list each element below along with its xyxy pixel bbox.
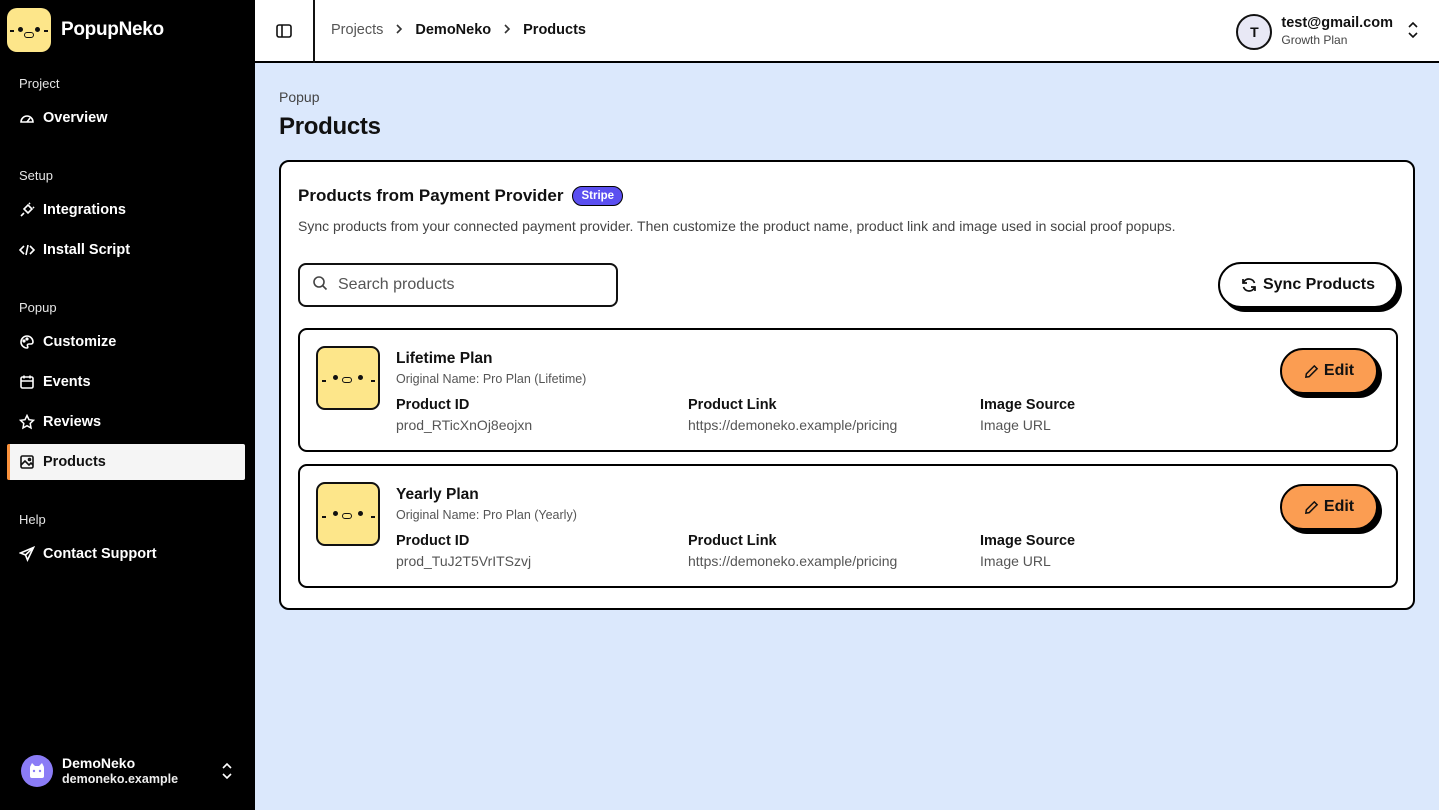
cat-logo-icon bbox=[7, 8, 51, 52]
search-input[interactable] bbox=[338, 276, 598, 294]
image-source-value: Image URL bbox=[980, 417, 1051, 433]
page-title: Products bbox=[279, 113, 381, 140]
edit-button[interactable]: Edit bbox=[1280, 348, 1378, 394]
card-title-text: Products from Payment Provider bbox=[298, 186, 564, 205]
sidebar-item-label: Contact Support bbox=[43, 546, 157, 562]
code-icon bbox=[19, 242, 35, 258]
pencil-icon bbox=[1304, 500, 1319, 515]
chevrons-up-down-icon bbox=[221, 762, 233, 785]
sidebar-item-label: Install Script bbox=[43, 242, 131, 258]
product-id-label: Product ID bbox=[396, 533, 470, 549]
image-source-label: Image Source bbox=[980, 397, 1076, 413]
star-icon bbox=[19, 414, 35, 430]
project-switcher[interactable]: DemoNeko demoneko.example bbox=[21, 754, 241, 788]
product-id-value: prod_RTicXnOj8eojxn bbox=[396, 417, 533, 433]
product-link-label: Product Link bbox=[688, 397, 777, 413]
product-cat-image bbox=[316, 482, 380, 546]
sidebar-item-label: Customize bbox=[43, 334, 117, 350]
sidebar-item-label: Overview bbox=[43, 110, 108, 126]
chevron-right-icon bbox=[395, 22, 403, 38]
product-name: Yearly Plan bbox=[396, 486, 479, 503]
user-avatar: T bbox=[1236, 14, 1273, 50]
calendar-icon bbox=[19, 374, 35, 390]
product-link-value: https://demoneko.example/pricing bbox=[688, 553, 898, 569]
project-name: DemoNeko bbox=[62, 755, 136, 771]
sidebar-item-customize[interactable]: Customize bbox=[7, 324, 245, 360]
sidebar-item-label: Events bbox=[43, 374, 91, 390]
product-original-name: Original Name: Pro Plan (Yearly) bbox=[396, 508, 577, 522]
sidebar-item-label: Reviews bbox=[43, 414, 102, 430]
search-box[interactable] bbox=[298, 263, 618, 307]
gauge-icon bbox=[19, 110, 35, 126]
project-domain: demoneko.example bbox=[62, 772, 179, 786]
breadcrumb: Projects DemoNeko Products bbox=[331, 22, 586, 38]
search-icon bbox=[312, 275, 328, 296]
sidebar-item-contact-support[interactable]: Contact Support bbox=[7, 536, 245, 572]
product-original-name: Original Name: Pro Plan (Lifetime) bbox=[396, 372, 587, 386]
breadcrumb-project[interactable]: DemoNeko bbox=[415, 22, 491, 38]
plug-icon bbox=[19, 202, 35, 218]
sidebar-item-label: Integrations bbox=[43, 202, 126, 218]
palette-icon bbox=[19, 334, 35, 350]
section-label-popup: Popup bbox=[19, 300, 57, 315]
product-id-value: prod_TuJ2T5VrITSzvj bbox=[396, 553, 532, 569]
sidebar-item-products[interactable]: Products bbox=[7, 444, 245, 480]
project-avatar bbox=[21, 755, 53, 787]
sync-products-label: Sync Products bbox=[1262, 276, 1376, 293]
app-name: PopupNeko bbox=[61, 19, 164, 40]
sidebar-item-integrations[interactable]: Integrations bbox=[7, 192, 245, 228]
image-source-label: Image Source bbox=[980, 533, 1076, 549]
sidebar: PopupNeko Project Overview Setup Integra… bbox=[0, 0, 255, 810]
section-label-project: Project bbox=[19, 76, 60, 91]
card-description: Sync products from your connected paymen… bbox=[298, 218, 1176, 234]
sidebar-item-label: Products bbox=[43, 454, 106, 470]
image-source-value: Image URL bbox=[980, 553, 1051, 569]
sidebar-item-events[interactable]: Events bbox=[7, 364, 245, 400]
refresh-icon bbox=[1241, 277, 1257, 293]
header-divider bbox=[313, 0, 315, 63]
image-icon bbox=[19, 454, 35, 470]
chevron-right-icon bbox=[503, 22, 511, 38]
edit-label: Edit bbox=[1323, 498, 1355, 515]
product-name: Lifetime Plan bbox=[396, 350, 493, 367]
edit-button[interactable]: Edit bbox=[1280, 484, 1378, 530]
user-plan: Growth Plan bbox=[1281, 33, 1348, 47]
breadcrumb-current: Products bbox=[523, 22, 586, 38]
section-label-help: Help bbox=[19, 512, 46, 527]
brand[interactable]: PopupNeko bbox=[7, 8, 164, 52]
provider-badge: Stripe bbox=[572, 186, 624, 206]
breadcrumb-projects[interactable]: Projects bbox=[331, 22, 383, 38]
card-title: Products from Payment Provider Stripe bbox=[298, 186, 624, 206]
pencil-icon bbox=[1304, 364, 1319, 379]
product-row: Lifetime Plan Original Name: Pro Plan (L… bbox=[298, 328, 1398, 452]
product-cat-image bbox=[316, 346, 380, 410]
section-label-setup: Setup bbox=[19, 168, 53, 183]
sidebar-item-reviews[interactable]: Reviews bbox=[7, 404, 245, 440]
edit-label: Edit bbox=[1323, 362, 1355, 379]
top-header: Projects DemoNeko Products T test@gmail.… bbox=[255, 0, 1439, 63]
sidebar-item-install-script[interactable]: Install Script bbox=[7, 232, 245, 268]
sync-products-button[interactable]: Sync Products bbox=[1218, 262, 1398, 308]
chevrons-up-down-icon bbox=[1407, 21, 1419, 44]
user-email: test@gmail.com bbox=[1281, 15, 1393, 31]
product-row: Yearly Plan Original Name: Pro Plan (Yea… bbox=[298, 464, 1398, 588]
product-link-label: Product Link bbox=[688, 533, 777, 549]
send-icon bbox=[19, 546, 35, 562]
page-subtitle: Popup bbox=[279, 89, 320, 105]
product-id-label: Product ID bbox=[396, 397, 470, 413]
sidebar-toggle-icon[interactable] bbox=[275, 22, 293, 40]
product-link-value: https://demoneko.example/pricing bbox=[688, 417, 898, 433]
user-menu[interactable]: T test@gmail.com Growth Plan bbox=[1236, 14, 1419, 50]
sidebar-item-overview[interactable]: Overview bbox=[7, 100, 245, 136]
products-card: Products from Payment Provider Stripe Sy… bbox=[279, 160, 1415, 610]
